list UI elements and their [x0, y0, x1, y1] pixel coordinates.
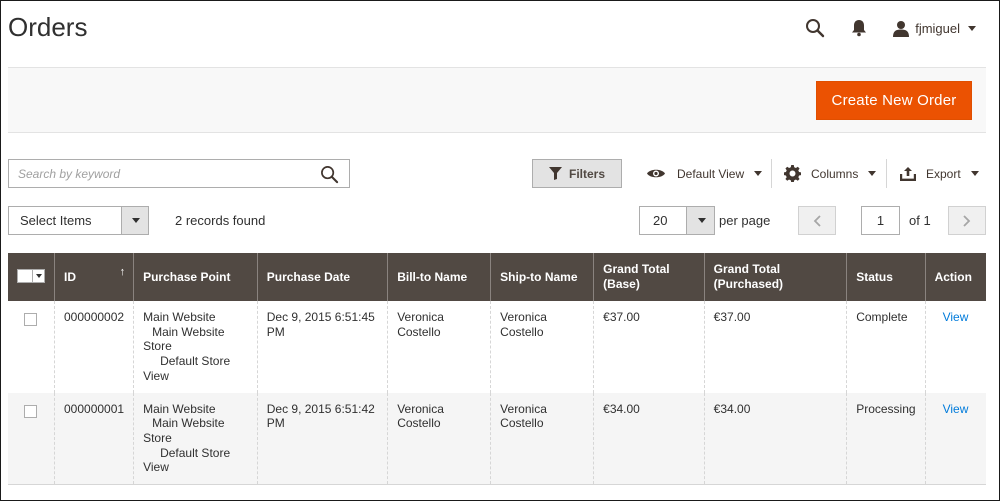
current-page-input[interactable] — [861, 206, 900, 235]
user-icon — [893, 20, 910, 37]
grand-total-purchased: €37.00 — [703, 301, 847, 393]
toolbar-divider — [771, 159, 772, 188]
grid-header-row: ID ↑ Purchase Point Purchase Date Bill-t… — [8, 253, 986, 301]
purchase-point: Main Website Main Website Store Default … — [133, 392, 258, 486]
purchase-date: Dec 9, 2015 6:51:42 PM — [256, 392, 388, 486]
grand-total-purchased: €34.00 — [703, 392, 847, 486]
view-order-link[interactable]: View — [943, 310, 969, 324]
ship-to-name: Veronica Costello — [490, 392, 594, 486]
view-switcher[interactable]: Default View — [646, 159, 763, 188]
grand-total-base: €37.00 — [593, 301, 705, 393]
user-menu[interactable]: fjmiguel — [893, 20, 976, 37]
ship-to-name: Veronica Costello — [490, 301, 594, 393]
mass-action-label: Select Items — [20, 213, 92, 228]
purchase-point: Main Website Main Website Store Default … — [133, 301, 258, 393]
view-label: Default View — [677, 166, 745, 181]
column-header-grand-total-purchased[interactable]: Grand Total (Purchased) — [703, 253, 847, 301]
column-header-action: Action — [924, 253, 986, 301]
order-status: Complete — [846, 301, 926, 393]
export-control[interactable]: Export — [900, 159, 979, 188]
columns-label: Columns — [811, 166, 859, 181]
column-header-ship-to-name[interactable]: Ship-to Name — [490, 253, 594, 301]
column-header-purchase-point[interactable]: Purchase Point — [133, 253, 258, 301]
chevron-down-icon — [970, 171, 979, 176]
chevron-left-icon — [813, 214, 821, 227]
previous-page-button[interactable] — [798, 206, 836, 235]
keyword-search — [8, 159, 350, 188]
chevron-right-icon — [963, 214, 971, 227]
action-cell: View — [924, 301, 986, 393]
column-header-bill-to-name[interactable]: Bill-to Name — [387, 253, 491, 301]
view-order-link[interactable]: View — [943, 402, 969, 416]
header-actions: fjmiguel — [801, 14, 976, 42]
next-page-button[interactable] — [948, 206, 986, 235]
table-row: 000000001 Main Website Main Website Stor… — [8, 392, 986, 486]
bill-to-name: Veronica Costello — [387, 301, 491, 393]
page-actions-bar: Create New Order — [8, 67, 986, 133]
mass-select-checkbox[interactable] — [17, 268, 45, 283]
table-row: 000000002 Main Website Main Website Stor… — [8, 301, 986, 393]
column-header-purchase-date[interactable]: Purchase Date — [256, 253, 388, 301]
export-icon — [900, 166, 916, 181]
create-new-order-button[interactable]: Create New Order — [816, 81, 972, 120]
records-count: 2 records found — [175, 213, 266, 228]
gear-icon — [784, 165, 801, 182]
column-header-status[interactable]: Status — [846, 253, 926, 301]
filters-label: Filters — [568, 166, 605, 181]
search-input[interactable] — [9, 160, 299, 187]
row-select-cell — [8, 301, 55, 393]
row-checkbox[interactable] — [24, 404, 37, 418]
filter-icon — [548, 167, 562, 180]
sort-up-icon: ↑ — [119, 266, 126, 278]
toolbar-divider — [886, 159, 887, 188]
total-pages-label: of 1 — [909, 213, 931, 228]
per-page-label: per page — [719, 213, 771, 228]
search-icon[interactable] — [317, 163, 341, 185]
grand-total-base: €34.00 — [593, 392, 705, 486]
global-search-icon[interactable] — [801, 14, 829, 42]
chevron-down-icon — [868, 171, 877, 176]
user-name: fjmiguel — [915, 20, 960, 36]
eye-icon — [647, 169, 665, 178]
per-page-select[interactable]: 20 — [639, 206, 715, 235]
column-header-grand-total-base[interactable]: Grand Total (Base) — [593, 253, 705, 301]
bill-to-name: Veronica Costello — [387, 392, 491, 486]
per-page-value: 20 — [653, 213, 668, 228]
row-select-cell — [8, 392, 55, 486]
purchase-date: Dec 9, 2015 6:51:45 PM — [256, 301, 388, 393]
order-id: 000000001 — [53, 392, 134, 486]
columns-control[interactable]: Columns — [784, 159, 877, 188]
orders-grid: ID ↑ Purchase Point Purchase Date Bill-t… — [8, 253, 986, 486]
page-title: Orders — [8, 12, 88, 42]
mass-select-header — [8, 253, 55, 301]
order-status: Processing — [846, 392, 926, 486]
chevron-down-icon[interactable] — [686, 207, 714, 234]
order-id: 000000002 — [53, 301, 134, 393]
mass-action-select[interactable]: Select Items — [8, 206, 149, 235]
chevron-down-icon — [968, 25, 976, 31]
filters-button[interactable]: Filters — [532, 159, 622, 188]
export-label: Export — [926, 166, 961, 181]
chevron-down-icon — [754, 171, 763, 176]
bell-icon[interactable] — [845, 14, 873, 42]
action-cell: View — [924, 392, 986, 486]
column-header-id[interactable]: ID ↑ — [53, 253, 134, 301]
chevron-down-icon[interactable] — [121, 207, 148, 234]
chevron-down-icon[interactable] — [32, 269, 44, 282]
row-checkbox[interactable] — [24, 313, 37, 326]
